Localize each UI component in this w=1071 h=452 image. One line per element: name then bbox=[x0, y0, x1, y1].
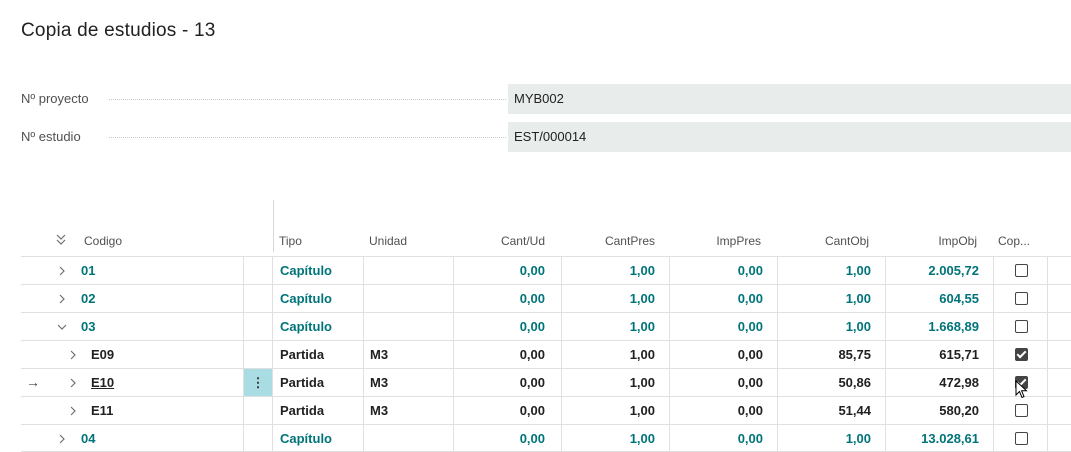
cell-cant-ud[interactable]: 0,00 bbox=[520, 313, 545, 340]
cell-codigo[interactable]: E10 bbox=[91, 369, 114, 396]
studies-grid: Codigo Tipo Unidad Cant/Ud CantPres ImpP… bbox=[21, 228, 1071, 452]
header-imp-obj[interactable]: ImpObj bbox=[938, 234, 977, 248]
cell-tipo[interactable]: Capítulo bbox=[280, 425, 332, 452]
cell-cant-pres[interactable]: 1,00 bbox=[630, 285, 655, 312]
table-row[interactable]: 03 Capítulo 0,00 1,00 0,00 1,00 1.668,89 bbox=[21, 312, 1071, 340]
study-number-value[interactable]: EST/000014 bbox=[508, 122, 1071, 152]
study-number-label: Nº estudio bbox=[21, 122, 87, 152]
cell-tipo[interactable]: Partida bbox=[280, 341, 324, 368]
header-codigo[interactable]: Codigo bbox=[84, 234, 122, 248]
cell-cant-obj[interactable]: 1,00 bbox=[846, 285, 871, 312]
cell-imp-obj[interactable]: 13.028,61 bbox=[921, 425, 979, 452]
cell-tipo[interactable]: Partida bbox=[280, 397, 324, 424]
cell-cant-obj[interactable]: 1,00 bbox=[846, 257, 871, 284]
cell-cant-ud[interactable]: 0,00 bbox=[520, 257, 545, 284]
collapse-all-icon[interactable] bbox=[55, 232, 67, 249]
cell-cant-ud[interactable]: 0,00 bbox=[520, 341, 545, 368]
cell-cant-obj[interactable]: 85,75 bbox=[838, 341, 871, 368]
cell-codigo[interactable]: 01 bbox=[81, 257, 95, 284]
cell-tipo[interactable]: Partida bbox=[280, 369, 324, 396]
cell-codigo[interactable]: E09 bbox=[91, 341, 114, 368]
header-cant-ud[interactable]: Cant/Ud bbox=[501, 234, 545, 248]
table-row[interactable]: 02 Capítulo 0,00 1,00 0,00 1,00 604,55 bbox=[21, 284, 1071, 312]
project-number-value[interactable]: MYB002 bbox=[508, 84, 1071, 114]
cell-cant-obj[interactable]: 50,86 bbox=[838, 369, 871, 396]
table-row[interactable]: 01 Capítulo 0,00 1,00 0,00 1,00 2.005,72 bbox=[21, 256, 1071, 284]
header-imp-pres[interactable]: ImpPres bbox=[716, 234, 761, 248]
table-row-selected[interactable]: → E10 ⋮ Partida M3 0,00 1,00 0,00 50,86 … bbox=[21, 368, 1071, 396]
cell-imp-pres[interactable]: 0,00 bbox=[738, 397, 763, 424]
cell-cant-ud[interactable]: 0,00 bbox=[520, 369, 545, 396]
cell-codigo[interactable]: 04 bbox=[81, 425, 95, 452]
leader-dots bbox=[109, 99, 506, 100]
cell-cant-obj[interactable]: 1,00 bbox=[846, 313, 871, 340]
cell-cant-pres[interactable]: 1,00 bbox=[630, 257, 655, 284]
mouse-pointer-icon bbox=[1015, 379, 1029, 405]
copy-checkbox[interactable] bbox=[1015, 292, 1028, 305]
header-copiar[interactable]: Cop... bbox=[998, 234, 1030, 248]
vertical-ellipsis-icon[interactable]: ⋮ bbox=[244, 369, 272, 396]
table-row[interactable]: E11 Partida M3 0,00 1,00 0,00 51,44 580,… bbox=[21, 396, 1071, 424]
grid-header: Codigo Tipo Unidad Cant/Ud CantPres ImpP… bbox=[21, 228, 1071, 256]
chevron-down-icon[interactable] bbox=[57, 313, 67, 340]
cell-imp-pres[interactable]: 0,00 bbox=[738, 369, 763, 396]
chevron-right-icon[interactable] bbox=[58, 425, 66, 452]
cell-cant-ud[interactable]: 0,00 bbox=[520, 285, 545, 312]
page-title: Copia de estudios - 13 bbox=[21, 20, 216, 41]
cell-cant-pres[interactable]: 1,00 bbox=[630, 397, 655, 424]
chevron-right-icon[interactable] bbox=[69, 397, 77, 424]
table-row[interactable]: E09 Partida M3 0,00 1,00 0,00 85,75 615,… bbox=[21, 340, 1071, 368]
cell-cant-obj[interactable]: 1,00 bbox=[846, 425, 871, 452]
leader-dots bbox=[109, 137, 506, 138]
cell-imp-pres[interactable]: 0,00 bbox=[738, 341, 763, 368]
cell-cant-ud[interactable]: 0,00 bbox=[520, 425, 545, 452]
cell-cant-pres[interactable]: 1,00 bbox=[630, 313, 655, 340]
cell-imp-pres[interactable]: 0,00 bbox=[738, 285, 763, 312]
copy-checkbox[interactable] bbox=[1015, 348, 1028, 361]
cell-unidad[interactable]: M3 bbox=[370, 397, 388, 424]
copy-checkbox[interactable] bbox=[1015, 264, 1028, 277]
cell-cant-ud[interactable]: 0,00 bbox=[520, 397, 545, 424]
cell-tipo[interactable]: Capítulo bbox=[280, 257, 332, 284]
cell-codigo[interactable]: 03 bbox=[81, 313, 95, 340]
header-unidad[interactable]: Unidad bbox=[369, 234, 407, 248]
cell-imp-obj[interactable]: 472,98 bbox=[939, 369, 979, 396]
header-tipo[interactable]: Tipo bbox=[279, 234, 302, 248]
project-number-label: Nº proyecto bbox=[21, 84, 95, 114]
chevron-right-icon[interactable] bbox=[58, 257, 66, 284]
chevron-right-icon[interactable] bbox=[69, 369, 77, 396]
cell-imp-pres[interactable]: 0,00 bbox=[738, 313, 763, 340]
cell-cant-pres[interactable]: 1,00 bbox=[630, 369, 655, 396]
cell-unidad[interactable]: M3 bbox=[370, 369, 388, 396]
chevron-right-icon[interactable] bbox=[58, 285, 66, 312]
project-number-field: Nº proyecto MYB002 bbox=[21, 84, 1071, 114]
cell-tipo[interactable]: Capítulo bbox=[280, 313, 332, 340]
copy-checkbox[interactable] bbox=[1015, 432, 1028, 445]
cell-imp-obj[interactable]: 2.005,72 bbox=[928, 257, 979, 284]
cell-imp-obj[interactable]: 604,55 bbox=[939, 285, 979, 312]
cell-imp-obj[interactable]: 580,20 bbox=[939, 397, 979, 424]
chevron-right-icon[interactable] bbox=[69, 341, 77, 368]
cell-codigo[interactable]: 02 bbox=[81, 285, 95, 312]
header-cant-pres[interactable]: CantPres bbox=[605, 234, 655, 248]
cell-tipo[interactable]: Capítulo bbox=[280, 285, 332, 312]
table-row[interactable]: 04 Capítulo 0,00 1,00 0,00 1,00 13.028,6… bbox=[21, 424, 1071, 452]
cell-imp-pres[interactable]: 0,00 bbox=[738, 257, 763, 284]
cell-cant-pres[interactable]: 1,00 bbox=[630, 341, 655, 368]
copy-checkbox[interactable] bbox=[1015, 320, 1028, 333]
copy-checkbox[interactable] bbox=[1015, 404, 1028, 417]
arrow-right-icon: → bbox=[26, 374, 40, 390]
cell-codigo[interactable]: E11 bbox=[91, 397, 113, 424]
cell-imp-obj[interactable]: 1.668,89 bbox=[928, 313, 979, 340]
study-number-field: Nº estudio EST/000014 bbox=[21, 122, 1071, 152]
header-cant-obj[interactable]: CantObj bbox=[825, 234, 869, 248]
cell-imp-pres[interactable]: 0,00 bbox=[738, 425, 763, 452]
cell-cant-obj[interactable]: 51,44 bbox=[838, 397, 871, 424]
cell-unidad[interactable]: M3 bbox=[370, 341, 388, 368]
cell-imp-obj[interactable]: 615,71 bbox=[939, 341, 979, 368]
cell-cant-pres[interactable]: 1,00 bbox=[630, 425, 655, 452]
